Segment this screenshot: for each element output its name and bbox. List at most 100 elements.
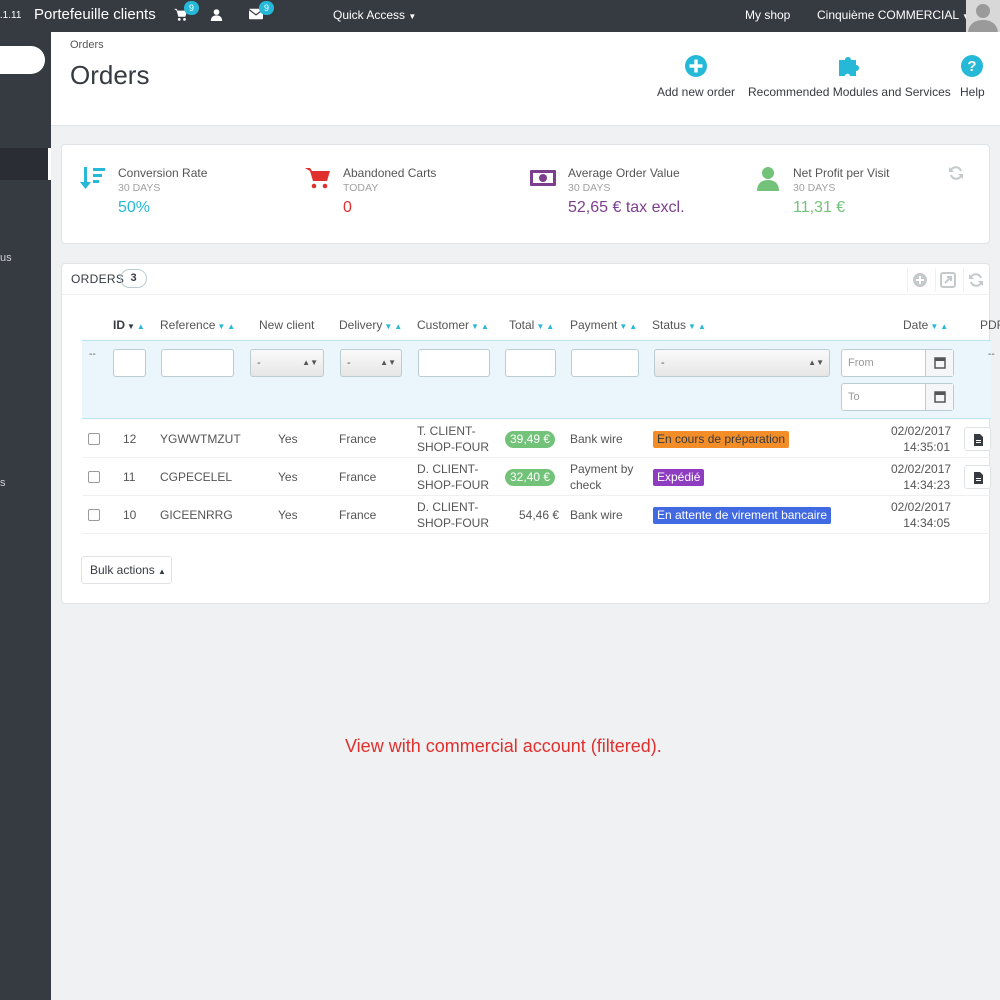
filter-id-input[interactable] xyxy=(113,349,146,377)
order-id: 12 xyxy=(123,432,137,446)
invoice-pdf-button[interactable] xyxy=(964,465,991,489)
sort-desc-icon[interactable]: ▼ xyxy=(217,322,225,331)
payment-line-1: Payment by xyxy=(570,462,634,476)
sort-asc-icon[interactable]: ▲ xyxy=(546,322,554,331)
sort-desc-icon[interactable]: ▼ xyxy=(127,322,135,331)
filter-date-from-input[interactable]: From xyxy=(841,349,954,377)
breadcrumb[interactable]: Orders xyxy=(70,39,104,51)
sort-desc-icon[interactable]: ▼ xyxy=(536,322,544,331)
refresh-icon[interactable] xyxy=(948,165,964,181)
filter-total-input[interactable] xyxy=(505,349,556,377)
sidebar-item-label-fragment[interactable]: us xyxy=(0,252,12,264)
sidebar-search-input[interactable] xyxy=(0,46,45,74)
orders-panel: ORDERS 3 ID ▼ ▲ Reference ▼ ▲ New client Del… xyxy=(61,263,1000,604)
employee-name: Cinquième COMMERCIAL xyxy=(817,8,959,22)
recommended-modules-label: Recommended Modules and Services xyxy=(748,85,951,99)
order-status-badge: En attente de virement bancaire xyxy=(653,507,832,524)
filter-date-to-input[interactable]: To xyxy=(841,383,954,411)
column-label: ID xyxy=(113,318,125,332)
orders-count-badge: 3 xyxy=(120,269,147,288)
my-shop-link[interactable]: My shop xyxy=(745,8,790,22)
sort-asc-icon[interactable]: ▲ xyxy=(629,322,637,331)
column-header-id[interactable]: ID ▼ ▲ xyxy=(113,318,145,332)
time-value: 14:34:23 xyxy=(903,478,950,492)
annotation-caption: View with commercial account (filtered). xyxy=(345,736,662,756)
order-new-client: Yes xyxy=(278,432,298,446)
sort-desc-icon[interactable]: ▼ xyxy=(384,322,392,331)
employee-menu[interactable]: Cinquième COMMERCIAL ▼ xyxy=(817,8,970,22)
table-row[interactable]: 12 YGWWTMZUT Yes France T. CLIENT- SHOP-F… xyxy=(82,420,991,458)
help-button[interactable]: ? Help xyxy=(960,54,985,99)
column-header-status[interactable]: Status ▼ ▲ xyxy=(652,318,706,332)
recommended-modules-button[interactable]: Recommended Modules and Services xyxy=(748,54,951,99)
add-order-icon[interactable] xyxy=(907,268,931,292)
kpi-title: Net Profit per Visit xyxy=(793,166,890,180)
table-row[interactable]: 11 CGPECELEL Yes France D. CLIENT- SHOP-F… xyxy=(82,458,991,496)
messages-notification-badge: 9 xyxy=(259,1,274,15)
customer-line-2: SHOP-FOUR xyxy=(417,516,489,530)
customer-icon[interactable] xyxy=(210,8,226,24)
select-arrows-icon: ▲▼ xyxy=(302,358,318,367)
date-value: 02/02/2017 xyxy=(891,424,952,438)
calendar-icon[interactable] xyxy=(925,384,953,410)
filter-status-select[interactable]: - ▲▼ xyxy=(654,349,830,377)
bulk-actions-button[interactable]: Bulk actions ▲ xyxy=(81,556,172,584)
refresh-list-icon[interactable] xyxy=(963,268,987,292)
sidebar: us s xyxy=(0,32,51,1000)
avatar[interactable] xyxy=(966,0,1000,32)
shop-brand-title[interactable]: Portefeuille clients xyxy=(34,6,156,23)
date-value: 02/02/2017 xyxy=(891,500,952,514)
help-icon: ? xyxy=(960,54,984,78)
quick-access-menu[interactable]: Quick Access ▼ xyxy=(333,8,416,22)
column-header-delivery[interactable]: Delivery ▼ ▲ xyxy=(339,318,402,332)
table-row[interactable]: 10 GICEENRRG Yes France D. CLIENT- SHOP-F… xyxy=(82,496,991,534)
sidebar-item-label-fragment[interactable]: s xyxy=(0,477,6,489)
sort-desc-icon[interactable]: ▼ xyxy=(930,322,938,331)
order-payment: Bank wire xyxy=(570,508,623,522)
column-header-total[interactable]: Total ▼ ▲ xyxy=(509,318,554,332)
sort-asc-icon[interactable]: ▲ xyxy=(137,322,145,331)
sort-asc-icon[interactable]: ▲ xyxy=(394,322,402,331)
column-label: Total xyxy=(509,318,535,332)
filter-payment-input[interactable] xyxy=(571,349,639,377)
filter-row: -- - ▲▼ - ▲▼ - ▲▼ From To -- xyxy=(82,340,995,419)
sort-asc-icon[interactable]: ▲ xyxy=(940,322,948,331)
add-new-order-button[interactable]: Add new order xyxy=(657,54,735,99)
column-header-customer[interactable]: Customer ▼ ▲ xyxy=(417,318,489,332)
sort-desc-icon[interactable]: ▼ xyxy=(471,322,479,331)
svg-text:?: ? xyxy=(968,58,977,75)
order-total: 54,46 € xyxy=(519,508,560,522)
order-delivery: France xyxy=(339,432,377,446)
quick-access-label: Quick Access xyxy=(333,8,406,22)
order-id: 10 xyxy=(123,508,137,522)
order-date: 02/02/2017 14:34:23 xyxy=(891,461,951,493)
column-label: Reference xyxy=(160,318,216,332)
kpi-period: 30 DAYS xyxy=(793,182,836,194)
column-header-reference[interactable]: Reference ▼ ▲ xyxy=(160,318,235,332)
row-checkbox[interactable] xyxy=(88,509,100,521)
kpi-title: Average Order Value xyxy=(568,166,680,180)
invoice-pdf-button[interactable] xyxy=(964,427,991,451)
calendar-icon[interactable] xyxy=(925,350,953,376)
sort-asc-icon[interactable]: ▲ xyxy=(698,322,706,331)
sort-desc-icon[interactable]: ▼ xyxy=(619,322,627,331)
filter-reference-input[interactable] xyxy=(161,349,234,377)
sort-asc-icon[interactable]: ▲ xyxy=(227,322,235,331)
filter-customer-input[interactable] xyxy=(418,349,490,377)
filter-delivery-select[interactable]: - ▲▼ xyxy=(340,349,402,377)
sidebar-item-orders-active[interactable] xyxy=(0,148,51,180)
filter-new-client-select[interactable]: - ▲▼ xyxy=(250,349,324,377)
order-new-client: Yes xyxy=(278,508,298,522)
puzzle-icon xyxy=(837,54,861,78)
row-checkbox[interactable] xyxy=(88,471,100,483)
order-reference: CGPECELEL xyxy=(160,470,233,484)
sort-asc-icon[interactable]: ▲ xyxy=(481,322,489,331)
sort-desc-icon[interactable]: ▼ xyxy=(688,322,696,331)
export-icon[interactable] xyxy=(935,268,959,292)
order-delivery: France xyxy=(339,508,377,522)
row-checkbox[interactable] xyxy=(88,433,100,445)
column-header-date[interactable]: Date ▼ ▲ xyxy=(903,318,948,332)
column-header-payment[interactable]: Payment ▼ ▲ xyxy=(570,318,637,332)
cart-icon xyxy=(305,165,331,191)
customer-line-1: D. CLIENT- xyxy=(417,500,479,514)
